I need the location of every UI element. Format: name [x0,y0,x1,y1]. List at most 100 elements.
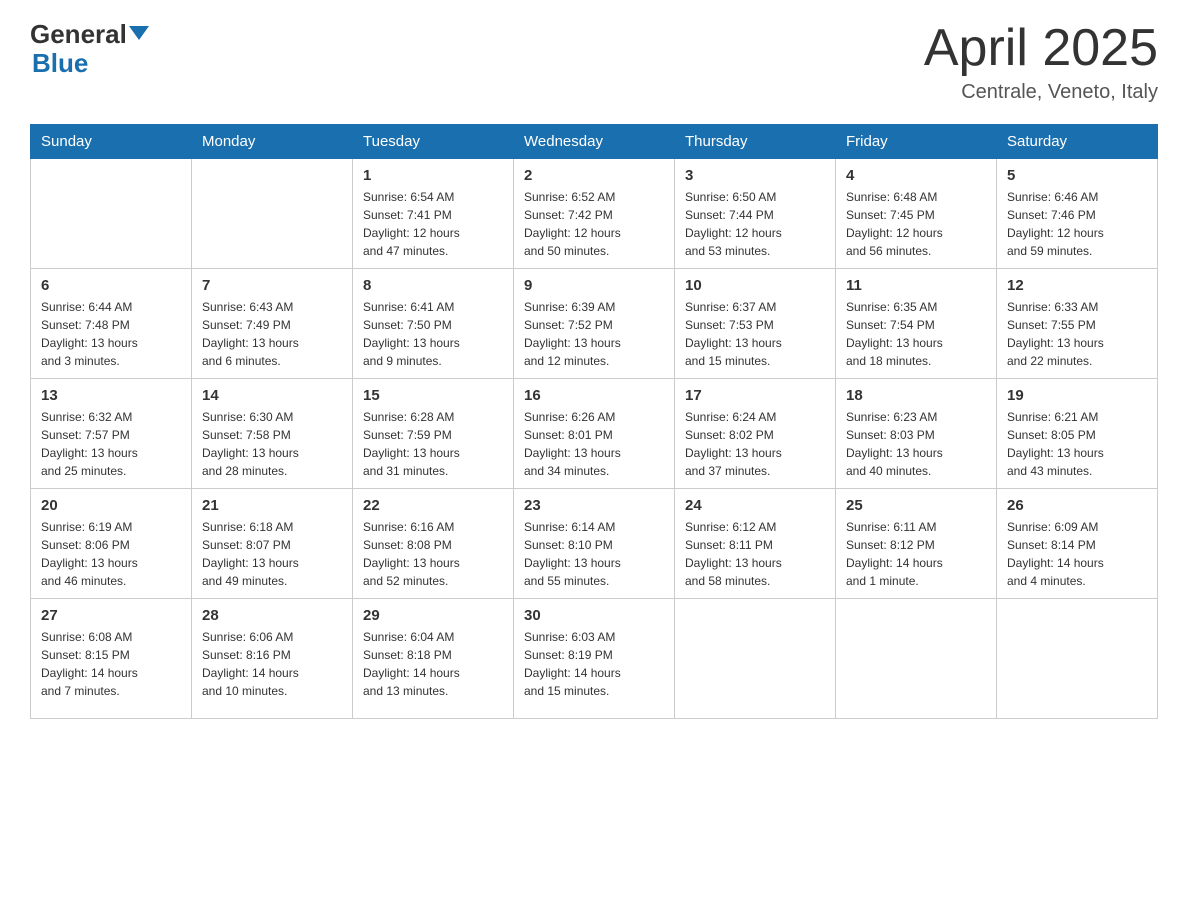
day-number: 28 [202,607,342,624]
day-number: 10 [685,277,825,294]
page-header: General Blue April 2025 Centrale, Veneto… [30,20,1158,104]
calendar-cell: 22 Sunrise: 6:16 AMSunset: 8:08 PMDayligh… [353,489,514,599]
day-number: 18 [846,387,986,404]
day-number: 20 [41,497,181,514]
calendar-week-row: 27 Sunrise: 6:08 AMSunset: 8:15 PMDayligh… [31,599,1158,719]
calendar-cell: 29Sunrise: 6:04 AMSunset: 8:18 PMDayligh… [353,599,514,719]
weekday-header: Tuesday [353,125,514,159]
day-number: 11 [846,277,986,294]
day-number: 22 [363,497,503,514]
day-number: 13 [41,387,181,404]
day-number: 16 [524,387,664,404]
calendar-week-row: 20 Sunrise: 6:19 AMSunset: 8:06 PMDayligh… [31,489,1158,599]
day-info: Sunrise: 6:06 AMSunset: 8:16 PMDaylight:… [202,628,342,700]
calendar-week-row: 13 Sunrise: 6:32 AMSunset: 7:57 PMDayligh… [31,379,1158,489]
day-info: Sunrise: 6:35 AMSunset: 7:54 PMDaylight:… [846,298,986,370]
calendar-cell: 9 Sunrise: 6:39 AMSunset: 7:52 PMDaylight… [514,269,675,379]
calendar-cell [675,599,836,719]
calendar-subtitle: Centrale, Veneto, Italy [924,81,1158,104]
day-info: Sunrise: 6:33 AMSunset: 7:55 PMDaylight:… [1007,298,1147,370]
calendar-cell [836,599,997,719]
calendar-cell: 15 Sunrise: 6:28 AMSunset: 7:59 PMDayligh… [353,379,514,489]
day-number: 19 [1007,387,1147,404]
day-info: Sunrise: 6:11 AMSunset: 8:12 PMDaylight:… [846,518,986,590]
logo: General Blue [30,20,149,77]
day-info: Sunrise: 6:52 AMSunset: 7:42 PMDaylight:… [524,188,664,260]
day-info: Sunrise: 6:39 AMSunset: 7:52 PMDaylight:… [524,298,664,370]
day-number: 5 [1007,167,1147,184]
calendar-cell: 18Sunrise: 6:23 AMSunset: 8:03 PMDayligh… [836,379,997,489]
calendar-cell: 4 Sunrise: 6:48 AMSunset: 7:45 PMDaylight… [836,159,997,269]
calendar-cell [31,159,192,269]
weekday-header: Monday [192,125,353,159]
logo-general: General [30,20,149,49]
calendar-cell: 16 Sunrise: 6:26 AMSunset: 8:01 PMDayligh… [514,379,675,489]
calendar-cell: 27 Sunrise: 6:08 AMSunset: 8:15 PMDayligh… [31,599,192,719]
day-info: Sunrise: 6:44 AMSunset: 7:48 PMDaylight:… [41,298,181,370]
calendar-cell: 3 Sunrise: 6:50 AMSunset: 7:44 PMDaylight… [675,159,836,269]
day-number: 4 [846,167,986,184]
day-info: Sunrise: 6:03 AMSunset: 8:19 PMDaylight:… [524,628,664,700]
day-number: 3 [685,167,825,184]
calendar-cell: 11 Sunrise: 6:35 AMSunset: 7:54 PMDayligh… [836,269,997,379]
day-info: Sunrise: 6:08 AMSunset: 8:15 PMDaylight:… [41,628,181,700]
calendar-cell: 23 Sunrise: 6:14 AMSunset: 8:10 PMDayligh… [514,489,675,599]
day-info: Sunrise: 6:50 AMSunset: 7:44 PMDaylight:… [685,188,825,260]
calendar-cell: 5Sunrise: 6:46 AMSunset: 7:46 PMDaylight… [997,159,1158,269]
title-block: April 2025 Centrale, Veneto, Italy [924,20,1158,104]
day-info: Sunrise: 6:09 AMSunset: 8:14 PMDaylight:… [1007,518,1147,590]
day-number: 2 [524,167,664,184]
calendar-header: SundayMondayTuesdayWednesdayThursdayFrid… [31,125,1158,159]
calendar-cell: 13 Sunrise: 6:32 AMSunset: 7:57 PMDayligh… [31,379,192,489]
day-info: Sunrise: 6:18 AMSunset: 8:07 PMDaylight:… [202,518,342,590]
day-number: 26 [1007,497,1147,514]
day-number: 30 [524,607,664,624]
day-number: 12 [1007,277,1147,294]
day-info: Sunrise: 6:32 AMSunset: 7:57 PMDaylight:… [41,408,181,480]
day-number: 29 [363,607,503,624]
day-info: Sunrise: 6:14 AMSunset: 8:10 PMDaylight:… [524,518,664,590]
weekday-header: Friday [836,125,997,159]
day-number: 15 [363,387,503,404]
calendar-cell: 6 Sunrise: 6:44 AMSunset: 7:48 PMDaylight… [31,269,192,379]
logo-blue: Blue [32,49,149,78]
day-number: 9 [524,277,664,294]
day-number: 23 [524,497,664,514]
calendar-cell [192,159,353,269]
day-info: Sunrise: 6:21 AMSunset: 8:05 PMDaylight:… [1007,408,1147,480]
day-info: Sunrise: 6:24 AMSunset: 8:02 PMDaylight:… [685,408,825,480]
calendar-cell: 7Sunrise: 6:43 AMSunset: 7:49 PMDaylight… [192,269,353,379]
calendar-cell: 26 Sunrise: 6:09 AMSunset: 8:14 PMDayligh… [997,489,1158,599]
day-number: 17 [685,387,825,404]
calendar-cell: 14 Sunrise: 6:30 AMSunset: 7:58 PMDayligh… [192,379,353,489]
day-info: Sunrise: 6:41 AMSunset: 7:50 PMDaylight:… [363,298,503,370]
day-info: Sunrise: 6:12 AMSunset: 8:11 PMDaylight:… [685,518,825,590]
day-info: Sunrise: 6:30 AMSunset: 7:58 PMDaylight:… [202,408,342,480]
day-info: Sunrise: 6:54 AMSunset: 7:41 PMDaylight:… [363,188,503,260]
day-info: Sunrise: 6:37 AMSunset: 7:53 PMDaylight:… [685,298,825,370]
calendar-cell: 25 Sunrise: 6:11 AMSunset: 8:12 PMDayligh… [836,489,997,599]
weekday-header: Thursday [675,125,836,159]
weekday-header: Saturday [997,125,1158,159]
day-number: 1 [363,167,503,184]
calendar-cell: 30 Sunrise: 6:03 AMSunset: 8:19 PMDayligh… [514,599,675,719]
calendar-body: 1 Sunrise: 6:54 AMSunset: 7:41 PMDaylight… [31,159,1158,719]
day-number: 6 [41,277,181,294]
calendar-cell: 2 Sunrise: 6:52 AMSunset: 7:42 PMDaylight… [514,159,675,269]
day-info: Sunrise: 6:19 AMSunset: 8:06 PMDaylight:… [41,518,181,590]
day-info: Sunrise: 6:48 AMSunset: 7:45 PMDaylight:… [846,188,986,260]
day-info: Sunrise: 6:28 AMSunset: 7:59 PMDaylight:… [363,408,503,480]
day-number: 21 [202,497,342,514]
day-info: Sunrise: 6:43 AMSunset: 7:49 PMDaylight:… [202,298,342,370]
calendar-cell [997,599,1158,719]
day-info: Sunrise: 6:16 AMSunset: 8:08 PMDaylight:… [363,518,503,590]
calendar-cell: 17 Sunrise: 6:24 AMSunset: 8:02 PMDayligh… [675,379,836,489]
calendar-cell: 20 Sunrise: 6:19 AMSunset: 8:06 PMDayligh… [31,489,192,599]
calendar-table: SundayMondayTuesdayWednesdayThursdayFrid… [30,124,1158,719]
day-number: 27 [41,607,181,624]
calendar-cell: 24Sunrise: 6:12 AMSunset: 8:11 PMDayligh… [675,489,836,599]
day-info: Sunrise: 6:26 AMSunset: 8:01 PMDaylight:… [524,408,664,480]
day-number: 14 [202,387,342,404]
weekday-header: Wednesday [514,125,675,159]
day-number: 25 [846,497,986,514]
